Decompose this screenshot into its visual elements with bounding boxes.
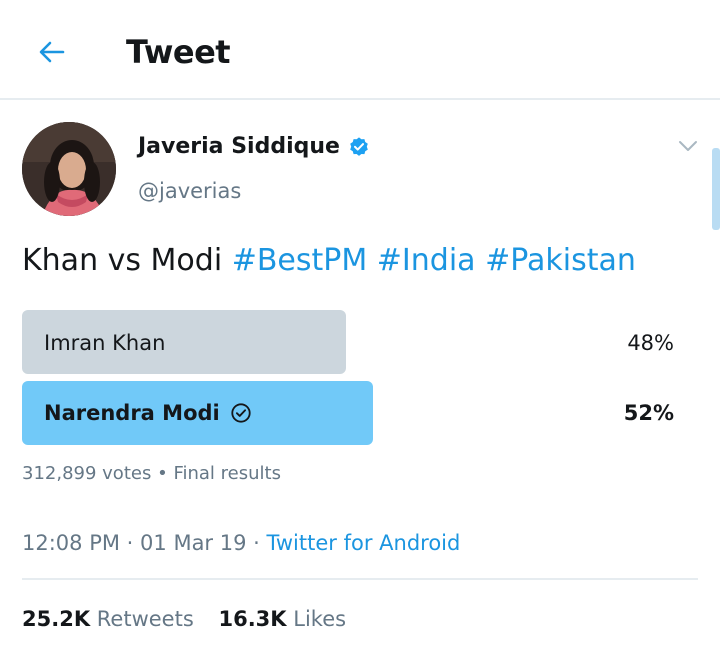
bullet-separator: • [157,463,168,484]
verified-badge-icon [350,137,368,156]
poll-option-percent: 48% [627,331,674,355]
top-bar: Tweet [0,0,720,100]
poll-option-label-winner: Narendra Modi [44,398,252,428]
poll-option-label: Narendra Modi [44,401,220,425]
chevron-down-icon[interactable] [674,132,702,160]
avatar[interactable] [22,122,116,216]
engagement-stats: 25.2K Retweets 16.3K Likes [22,604,364,634]
tweet-text: Khan vs Modi #BestPM #India #Pakistan [22,240,636,282]
hashtag-link[interactable]: #BestPM [232,243,368,278]
display-name: Javeria Siddique [138,134,340,159]
tweet-text-plain: Khan vs Modi [22,243,223,278]
tweet-time: 12:08 PM [22,531,120,555]
poll-status: Final results [173,463,281,484]
poll-option-label: Imran Khan [44,331,166,355]
hashtag-link[interactable]: #India [377,243,476,278]
tweet-timestamp: 12:08 PM · 01 Mar 19 · Twitter for Andro… [22,528,460,558]
poll-summary: 312,899 votes • Final results [22,460,281,488]
divider [22,578,698,580]
tweet-source-link[interactable]: Twitter for Android [267,531,461,555]
likes-stat[interactable]: 16.3K Likes [218,607,346,631]
dot-separator: · [253,531,260,555]
retweets-label: Retweets [96,607,194,631]
profile-photo [22,122,116,216]
user-handle[interactable]: @javerias [138,176,241,206]
scrollbar-thumb[interactable] [712,148,720,230]
back-button[interactable] [30,30,74,74]
poll-option-percent: 52% [623,401,674,425]
likes-label: Likes [293,607,347,631]
poll-votes: 312,899 votes [22,463,152,484]
dot-separator: · [126,531,134,555]
tweet-date: 01 Mar 19 [140,531,247,555]
page-title: Tweet [126,33,231,71]
hashtag-link[interactable]: #Pakistan [485,243,636,278]
retweets-count: 25.2K [22,607,91,631]
likes-count: 16.3K [218,607,287,631]
arrow-left-icon [39,41,65,63]
author-name-row[interactable]: Javeria Siddique [138,132,370,162]
check-circle-icon [231,403,251,423]
retweets-stat[interactable]: 25.2K Retweets [22,607,200,631]
